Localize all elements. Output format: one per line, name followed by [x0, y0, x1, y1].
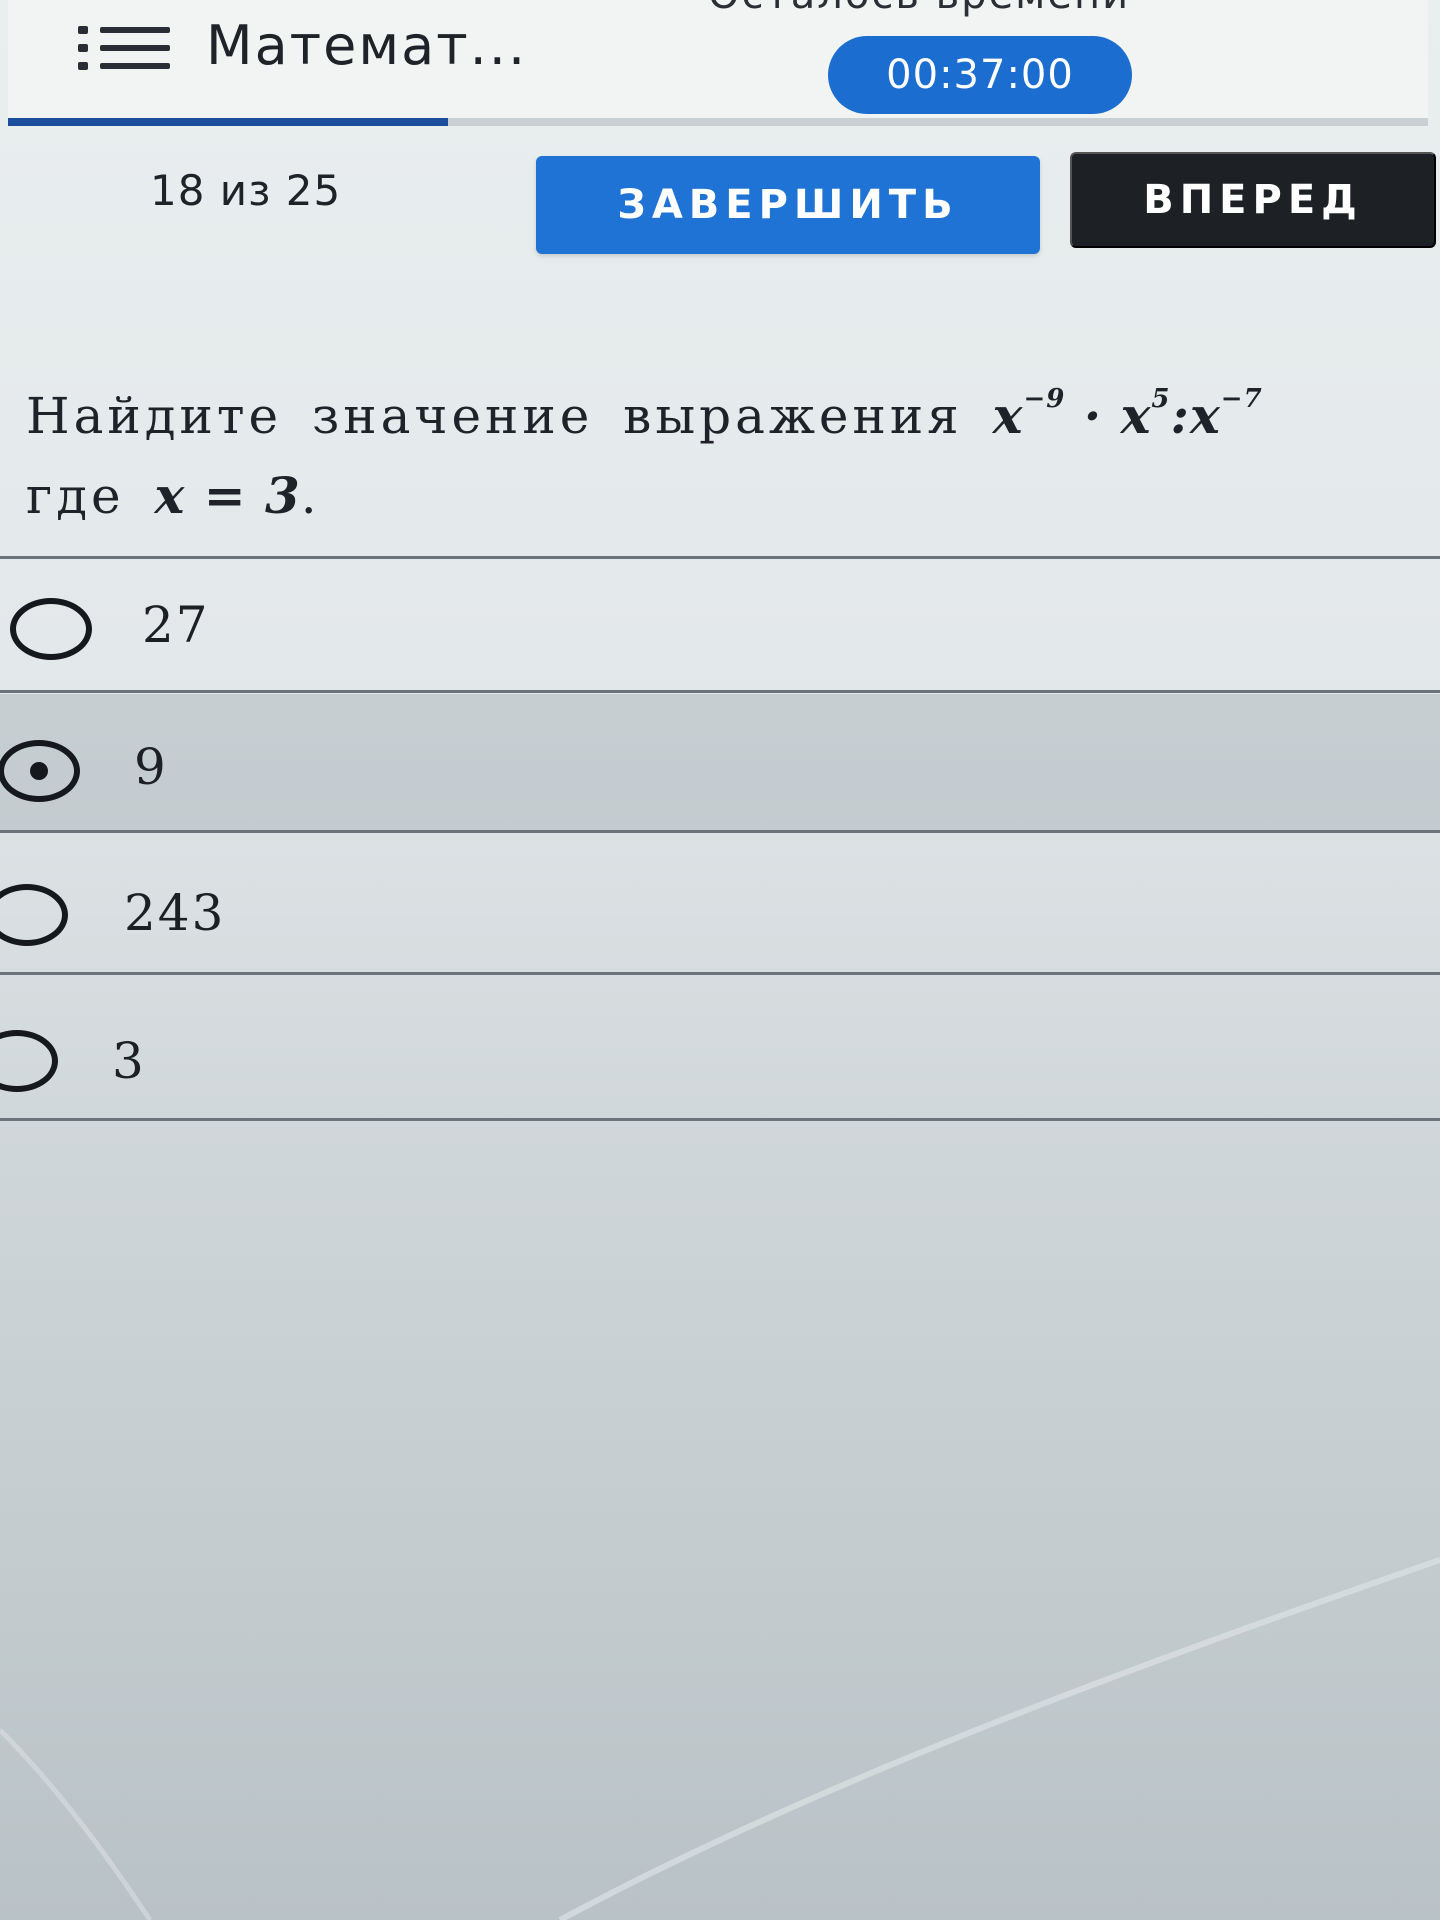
radio-button[interactable] [0, 884, 68, 946]
expr-base-3: x [1189, 386, 1221, 445]
answer-label: 9 [134, 738, 168, 796]
answer-option-1[interactable]: 27 [0, 560, 1440, 696]
list-menu-icon[interactable] [78, 26, 170, 70]
divider [0, 690, 1440, 693]
expr-exponent-2: 5 [1151, 384, 1171, 414]
quiz-progress-bar [8, 118, 1428, 126]
answer-label: 27 [142, 596, 210, 654]
expr-base-1: x [992, 386, 1024, 445]
divider [0, 972, 1440, 975]
answer-label: 243 [124, 884, 226, 942]
next-button[interactable]: ВПЕРЕД [1070, 152, 1436, 248]
math-expression: x−9 · x5:x−7 [993, 386, 1263, 445]
radio-button[interactable] [0, 1030, 58, 1092]
divider [0, 1118, 1440, 1121]
expr-exponent-1: −9 [1023, 384, 1066, 414]
expr-operator-1: · [1083, 386, 1103, 445]
divider [0, 556, 1440, 559]
radio-dot [30, 762, 48, 780]
question-text: Найдите значение выражения x−9 · x5:x−7 … [26, 376, 1416, 536]
end-punct: . [300, 467, 321, 525]
condition: x = 3 [154, 466, 301, 525]
where-word: где [26, 467, 125, 525]
expr-exponent-3: −7 [1220, 384, 1263, 414]
quiz-progress-fill [8, 118, 449, 126]
radio-button[interactable] [10, 598, 92, 660]
timer-badge: 00:37:00 [828, 36, 1132, 114]
time-left-label: Осталось времени [708, 0, 1130, 18]
expr-base-2: x [1120, 386, 1152, 445]
answer-option-3[interactable]: 243 [0, 834, 1440, 970]
finish-button[interactable]: ЗАВЕРШИТЬ [536, 156, 1040, 254]
answer-option-2[interactable]: 9 [0, 694, 1440, 830]
question-prefix: Найдите значение выражения [26, 387, 963, 445]
question-counter: 18 из 25 [150, 166, 342, 215]
top-bar: Математ... Осталось времени 00:37:00 [8, 0, 1428, 118]
divider [0, 830, 1440, 833]
app-title: Математ... [206, 14, 528, 77]
answer-option-4[interactable]: 3 [0, 976, 1440, 1112]
screen-glare [0, 1557, 1440, 1920]
radio-button-selected[interactable] [0, 740, 80, 802]
expr-operator-2: : [1170, 386, 1190, 445]
answer-label: 3 [112, 1032, 146, 1090]
